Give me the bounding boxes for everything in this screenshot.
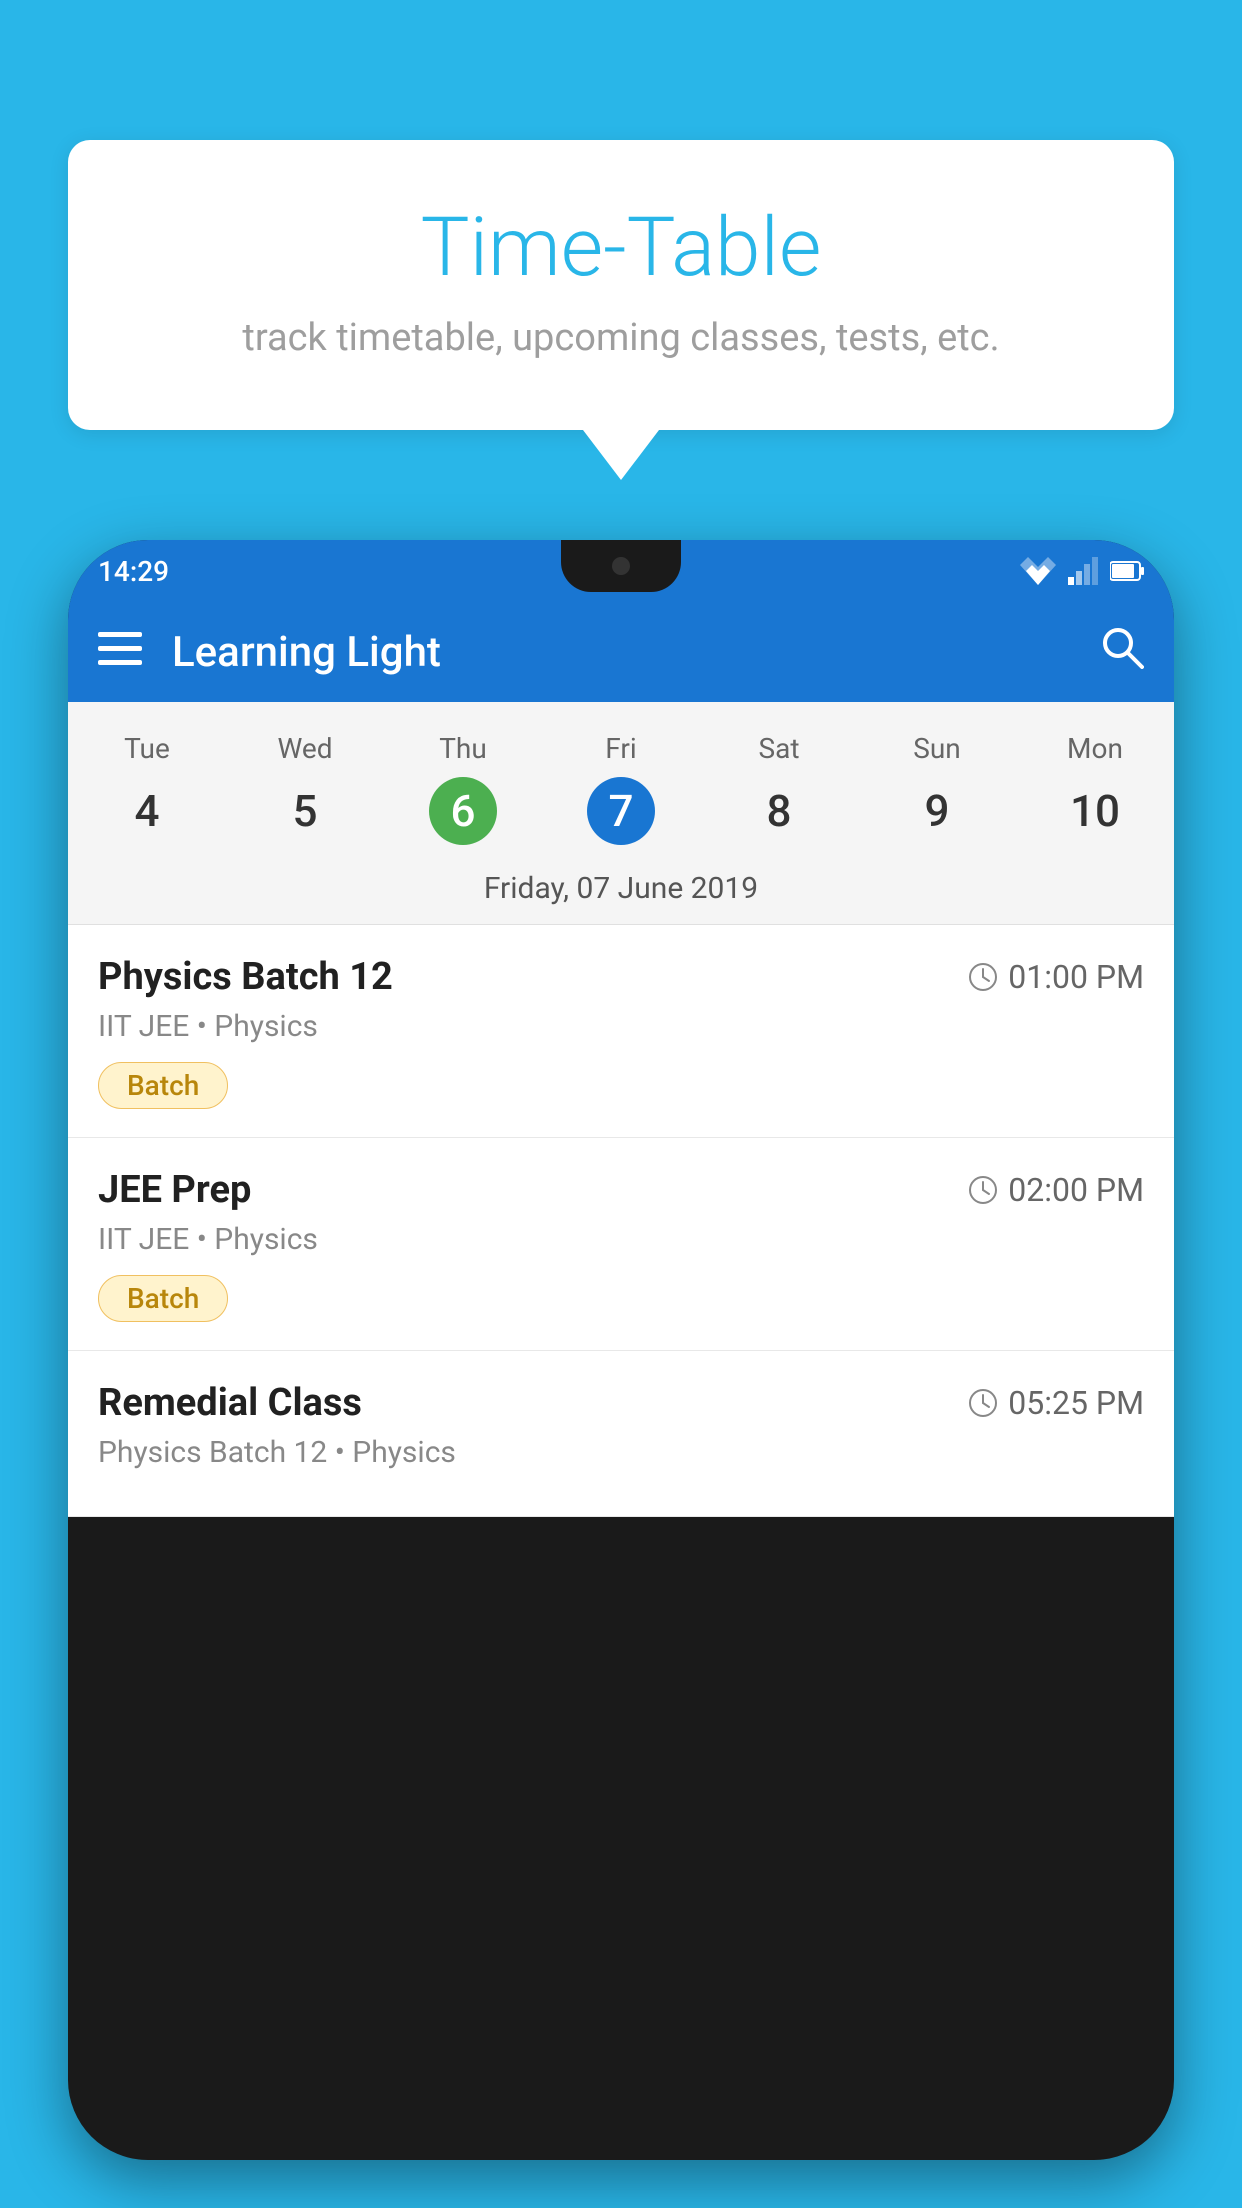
schedule-item-subtitle: IIT JEE • Physics (98, 1009, 1144, 1044)
clock-icon (968, 1175, 998, 1205)
battery-icon (1110, 560, 1144, 582)
schedule-item[interactable]: Physics Batch 12 01:00 PM IIT JEE • Physic… (68, 925, 1174, 1138)
day-label: Fri (605, 732, 636, 765)
day-number[interactable]: 7 (587, 777, 655, 845)
day-number[interactable]: 4 (113, 777, 181, 845)
calendar-day-tue[interactable]: Tue 4 (68, 722, 226, 855)
status-bar: 14:29 (68, 540, 1174, 602)
calendar-day-mon[interactable]: Mon 10 (1016, 722, 1174, 855)
calendar-day-sun[interactable]: Sun 9 (858, 722, 1016, 855)
day-label: Wed (277, 732, 332, 765)
calendar-week-days: Tue 4 Wed 5 Thu 6 Fri 7 Sat 8 Sun 9 Mon 10 (68, 702, 1174, 855)
app-bar-title: Learning Light (172, 628, 1100, 677)
schedule-item-header: Remedial Class 05:25 PM (98, 1381, 1144, 1425)
day-number[interactable]: 5 (271, 777, 339, 845)
signal-icon (1068, 557, 1098, 585)
day-number[interactable]: 9 (903, 777, 971, 845)
schedule-item-title: Physics Batch 12 (98, 955, 393, 999)
calendar-day-wed[interactable]: Wed 5 (226, 722, 384, 855)
schedule-item-time: 01:00 PM (968, 958, 1144, 996)
calendar-date-label: Friday, 07 June 2019 (68, 855, 1174, 925)
day-label: Sun (913, 732, 961, 765)
day-number[interactable]: 6 (429, 777, 497, 845)
speech-bubble: Time-Table track timetable, upcoming cla… (68, 140, 1174, 430)
phone-frame: 14:29 (68, 540, 1174, 2160)
clock-icon (968, 1388, 998, 1418)
batch-tag: Batch (98, 1062, 228, 1109)
speech-bubble-title: Time-Table (108, 200, 1134, 296)
day-label: Sat (758, 732, 799, 765)
day-label: Thu (439, 732, 487, 765)
app-bar: Learning Light (68, 602, 1174, 702)
calendar-day-fri[interactable]: Fri 7 (542, 722, 700, 855)
schedule-item-title: Remedial Class (98, 1381, 362, 1425)
schedule-item-subtitle: IIT JEE • Physics (98, 1222, 1144, 1257)
status-icons (1020, 557, 1144, 585)
schedule-list: Physics Batch 12 01:00 PM IIT JEE • Physic… (68, 925, 1174, 1517)
schedule-item[interactable]: JEE Prep 02:00 PM IIT JEE • Physics Batch (68, 1138, 1174, 1351)
status-time: 14:29 (98, 555, 169, 588)
calendar-day-sat[interactable]: Sat 8 (700, 722, 858, 855)
schedule-item-time: 02:00 PM (968, 1171, 1144, 1209)
schedule-item-header: JEE Prep 02:00 PM (98, 1168, 1144, 1212)
speech-bubble-subtitle: track timetable, upcoming classes, tests… (108, 316, 1134, 360)
batch-tag: Batch (98, 1275, 228, 1322)
day-number[interactable]: 8 (745, 777, 813, 845)
schedule-item-time: 05:25 PM (968, 1384, 1144, 1422)
camera-dot (612, 557, 630, 575)
clock-icon (968, 962, 998, 992)
day-label: Tue (124, 732, 170, 765)
schedule-item-header: Physics Batch 12 01:00 PM (98, 955, 1144, 999)
day-number[interactable]: 10 (1061, 777, 1129, 845)
schedule-item-subtitle: Physics Batch 12 • Physics (98, 1435, 1144, 1470)
search-icon[interactable] (1100, 625, 1144, 679)
speech-bubble-container: Time-Table track timetable, upcoming cla… (68, 140, 1174, 430)
day-label: Mon (1067, 732, 1123, 765)
schedule-item[interactable]: Remedial Class 05:25 PM Physics Batch 12 •… (68, 1351, 1174, 1517)
schedule-item-title: JEE Prep (98, 1168, 251, 1212)
calendar-day-thu[interactable]: Thu 6 (384, 722, 542, 855)
hamburger-menu-icon[interactable] (98, 632, 142, 673)
wifi-icon (1020, 557, 1056, 585)
calendar-container: Tue 4 Wed 5 Thu 6 Fri 7 Sat 8 Sun 9 Mon 10 Friday, 07… (68, 702, 1174, 925)
notch (561, 540, 681, 592)
